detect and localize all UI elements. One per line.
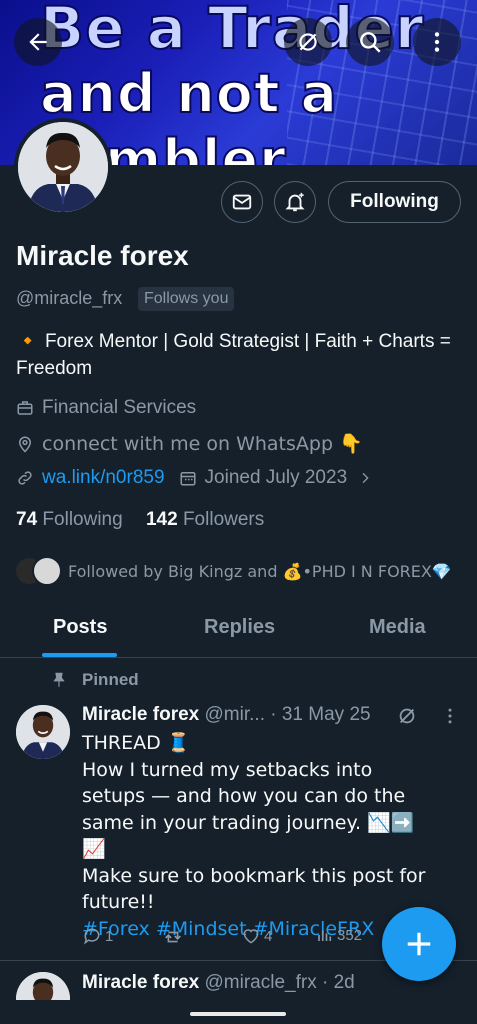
followed-by-text[interactable]: Followed by Big Kingz and 💰•PHD I N FORE… [68, 562, 452, 581]
bell-plus-icon [285, 192, 305, 212]
follows-you-badge: Follows you [138, 287, 235, 311]
location-pin-icon [18, 436, 32, 453]
post-author-handle: @mir... [204, 704, 265, 725]
bio-bullet: 🔸 [16, 330, 40, 352]
chevron-right-icon[interactable] [357, 470, 373, 486]
followers-label: Followers [182, 509, 265, 530]
post-line-2: How I turned my setbacks into setups — a… [82, 758, 415, 861]
briefcase-icon [17, 401, 33, 415]
followers-stat[interactable]: 142 Followers [146, 509, 264, 530]
profile-category: Financial Services [16, 397, 196, 419]
followers-count: 142 [145, 509, 178, 530]
views-bar-icon [318, 930, 332, 941]
profile-avatar[interactable] [14, 118, 112, 216]
post-author-avatar[interactable] [16, 705, 70, 759]
views-action[interactable]: 352 [316, 926, 362, 944]
profile-bio: 🔸 Forex Mentor | Gold Strategist | Faith… [16, 328, 456, 382]
next-post-author[interactable]: Miracle forex [82, 972, 199, 993]
banner-text-line2: and not a [39, 61, 338, 126]
heart-icon [243, 929, 259, 944]
back-button[interactable] [14, 18, 62, 66]
no-eye-icon [299, 33, 317, 51]
following-button[interactable]: Following [328, 181, 461, 223]
retweet-action[interactable] [162, 926, 187, 948]
plus-icon [407, 932, 431, 956]
next-post-meta: @miracle_frx · 2d [204, 972, 355, 993]
like-action[interactable]: 4 [241, 926, 272, 946]
tab-replies[interactable]: Replies [204, 616, 275, 639]
joined-date: Joined July 2023 [204, 467, 348, 488]
follow-stats: 74 Following 142 Followers [16, 509, 264, 531]
reply-icon [84, 928, 100, 945]
post-date: · 31 May 25 [270, 704, 371, 725]
tab-media[interactable]: Media [369, 616, 426, 639]
envelope-icon [232, 194, 252, 210]
retweet-icon [165, 931, 181, 943]
message-button[interactable] [221, 181, 263, 223]
post-author-name[interactable]: Miracle forex [82, 704, 199, 725]
search-icon [360, 32, 381, 53]
category-text: Financial Services [42, 397, 197, 418]
profile-links-row: wa.link/n0r859 Joined July 2023 [16, 467, 381, 489]
bio-text: Forex Mentor | Gold Strategist | Faith +… [16, 331, 451, 379]
following-count: 74 [16, 509, 38, 530]
post-header: Miracle forex @mir... · 31 May 25 [82, 704, 371, 726]
next-post-header: Miracle forex @miracle_frx · 2d [82, 972, 355, 994]
more-vertical-icon [434, 32, 440, 52]
pinned-label: Pinned [82, 670, 139, 689]
avatar-portrait [16, 705, 70, 759]
home-indicator[interactable] [190, 1012, 286, 1016]
banner-text-line3: mbler [104, 127, 287, 165]
following-label: Following [42, 509, 123, 530]
reply-count: 1 [105, 927, 114, 945]
views-count: 352 [337, 926, 363, 944]
follower-avatar-2 [32, 556, 62, 586]
tabs-divider [0, 657, 477, 658]
link-icon [18, 471, 32, 485]
like-count: 4 [264, 927, 273, 945]
profile-name: Miracle forex [16, 240, 189, 271]
profile-handle: @miracle_frx [16, 288, 123, 308]
post-line-1: THREAD 🧵 [82, 732, 191, 754]
tab-posts[interactable]: Posts [53, 616, 107, 639]
more-options-button[interactable] [413, 18, 461, 66]
profile-location: connect with me on WhatsApp 👇 [16, 432, 363, 455]
pin-icon [53, 672, 65, 687]
reply-action[interactable]: 1 [82, 926, 113, 946]
more-vertical-icon[interactable] [440, 706, 460, 726]
calendar-icon [180, 472, 196, 486]
avatar-portrait [18, 122, 108, 212]
mute-button[interactable] [284, 18, 332, 66]
compose-post-button[interactable] [382, 907, 456, 981]
notifications-button[interactable] [274, 181, 316, 223]
following-stat[interactable]: 74 Following [16, 509, 123, 530]
arrow-left-icon [29, 33, 47, 51]
website-link[interactable]: wa.link/n0r859 [42, 467, 165, 489]
grok-icon[interactable] [396, 705, 418, 727]
search-button[interactable] [346, 18, 394, 66]
post-line-3: Make sure to bookmark this post for futu… [82, 864, 426, 914]
location-text: connect with me on WhatsApp 👇 [42, 433, 363, 455]
post-text[interactable]: THREAD 🧵 How I turned my setbacks into s… [82, 730, 432, 942]
